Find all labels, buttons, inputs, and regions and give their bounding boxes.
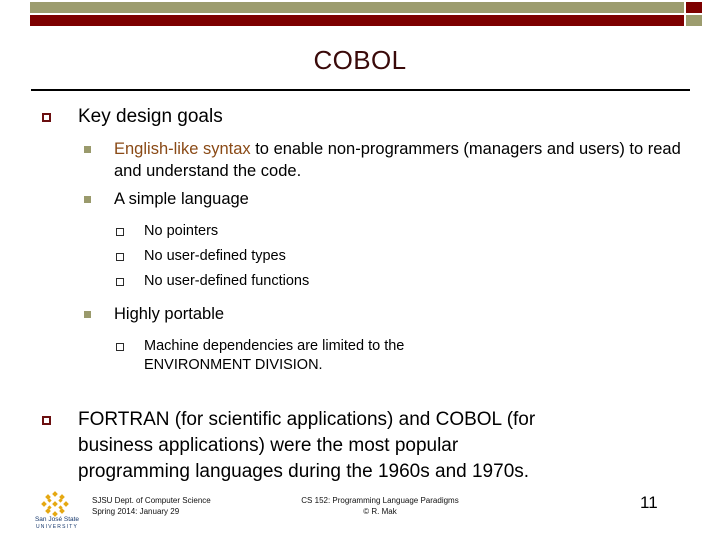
square-solid-bullet-icon bbox=[84, 196, 91, 203]
square-outline-bullet-icon bbox=[116, 228, 124, 236]
footer-course: CS 152: Programming Language Paradigms bbox=[301, 496, 459, 505]
slide-body: Key design goals English-like syntax to … bbox=[0, 104, 720, 487]
square-outline-bullet-icon bbox=[116, 278, 124, 286]
bullet-marker-cell bbox=[0, 222, 144, 241]
bullet-item-level1: Key design goals bbox=[0, 104, 720, 130]
bullet-item-level3: Machine dependencies are limited to the … bbox=[0, 337, 720, 375]
top-banner-lower-row bbox=[30, 15, 702, 26]
square-outline-bullet-icon bbox=[116, 253, 124, 261]
top-banner-upper-row bbox=[30, 2, 702, 13]
bullet-item-level2: English-like syntax to enable non-progra… bbox=[0, 138, 720, 182]
slide-footer: San José State UNIVERSITY SJSU Dept. of … bbox=[0, 488, 720, 540]
bullet-marker-cell bbox=[0, 188, 114, 208]
sjsu-logo-subtitle: UNIVERSITY bbox=[35, 524, 78, 530]
bullet-text: No pointers bbox=[144, 223, 219, 239]
bullet-item-level1: FORTRAN (for scientific applications) an… bbox=[0, 407, 720, 485]
slide: COBOL Key design goals English-like synt… bbox=[0, 0, 720, 540]
square-solid-bullet-icon bbox=[84, 311, 91, 318]
bullet-text: Highly portable bbox=[114, 305, 225, 323]
bullet-text: Key design goals bbox=[78, 106, 223, 127]
bullet-text: English-like syntax to enable non-progra… bbox=[114, 138, 720, 182]
square-solid-bullet-icon bbox=[84, 146, 91, 153]
top-banner-upper-cap bbox=[686, 2, 702, 13]
bullet-item-level3: No user-defined types bbox=[0, 247, 720, 266]
square-outline-bullet-icon bbox=[116, 343, 124, 351]
bullet-text: FORTRAN (for scientific applications) an… bbox=[78, 409, 536, 482]
bullet-item-level2: A simple language bbox=[0, 188, 720, 210]
bullet-marker-cell bbox=[0, 104, 78, 127]
top-banner-upper-main bbox=[30, 2, 684, 13]
bullet-text: No user-defined types bbox=[144, 248, 286, 264]
slide-page-number: 11 bbox=[640, 493, 658, 512]
bullet-text: A simple language bbox=[114, 190, 249, 208]
bullet-marker-cell bbox=[0, 407, 78, 430]
bullet-marker-cell bbox=[0, 272, 144, 291]
footer-department: SJSU Dept. of Computer Science bbox=[92, 496, 211, 505]
top-banner-lower-main bbox=[30, 15, 684, 26]
bullet-text: No user-defined functions bbox=[144, 273, 310, 289]
bullet-item-level3: No pointers bbox=[0, 222, 720, 241]
slide-top-banner bbox=[0, 0, 720, 26]
footer-left-block: SJSU Dept. of Computer Science Spring 20… bbox=[92, 495, 211, 517]
bullet-item-level3: No user-defined functions bbox=[0, 272, 720, 291]
top-banner-lower-cap bbox=[686, 15, 702, 26]
slide-title: COBOL bbox=[313, 45, 407, 75]
highlighted-phrase: English-like syntax bbox=[114, 140, 251, 158]
title-underline-rule bbox=[31, 89, 690, 91]
bullet-text: Machine dependencies are limited to the … bbox=[144, 338, 405, 373]
square-hollow-bullet-icon bbox=[42, 113, 51, 122]
bullet-marker-cell bbox=[0, 337, 144, 356]
bullet-marker-cell bbox=[0, 138, 114, 158]
sjsu-emblem-icon bbox=[41, 491, 69, 517]
sjsu-logo: San José State UNIVERSITY bbox=[29, 491, 85, 533]
footer-center-block: CS 152: Programming Language Paradigms ©… bbox=[250, 495, 510, 517]
bullet-item-level2: Highly portable bbox=[0, 303, 720, 325]
bullet-marker-cell bbox=[0, 247, 144, 266]
footer-term: Spring 2014: January 29 bbox=[92, 507, 180, 516]
square-hollow-bullet-icon bbox=[42, 416, 51, 425]
sjsu-logo-name: San José State bbox=[34, 516, 80, 523]
footer-copyright: © R. Mak bbox=[363, 507, 397, 516]
bullet-marker-cell bbox=[0, 303, 114, 323]
